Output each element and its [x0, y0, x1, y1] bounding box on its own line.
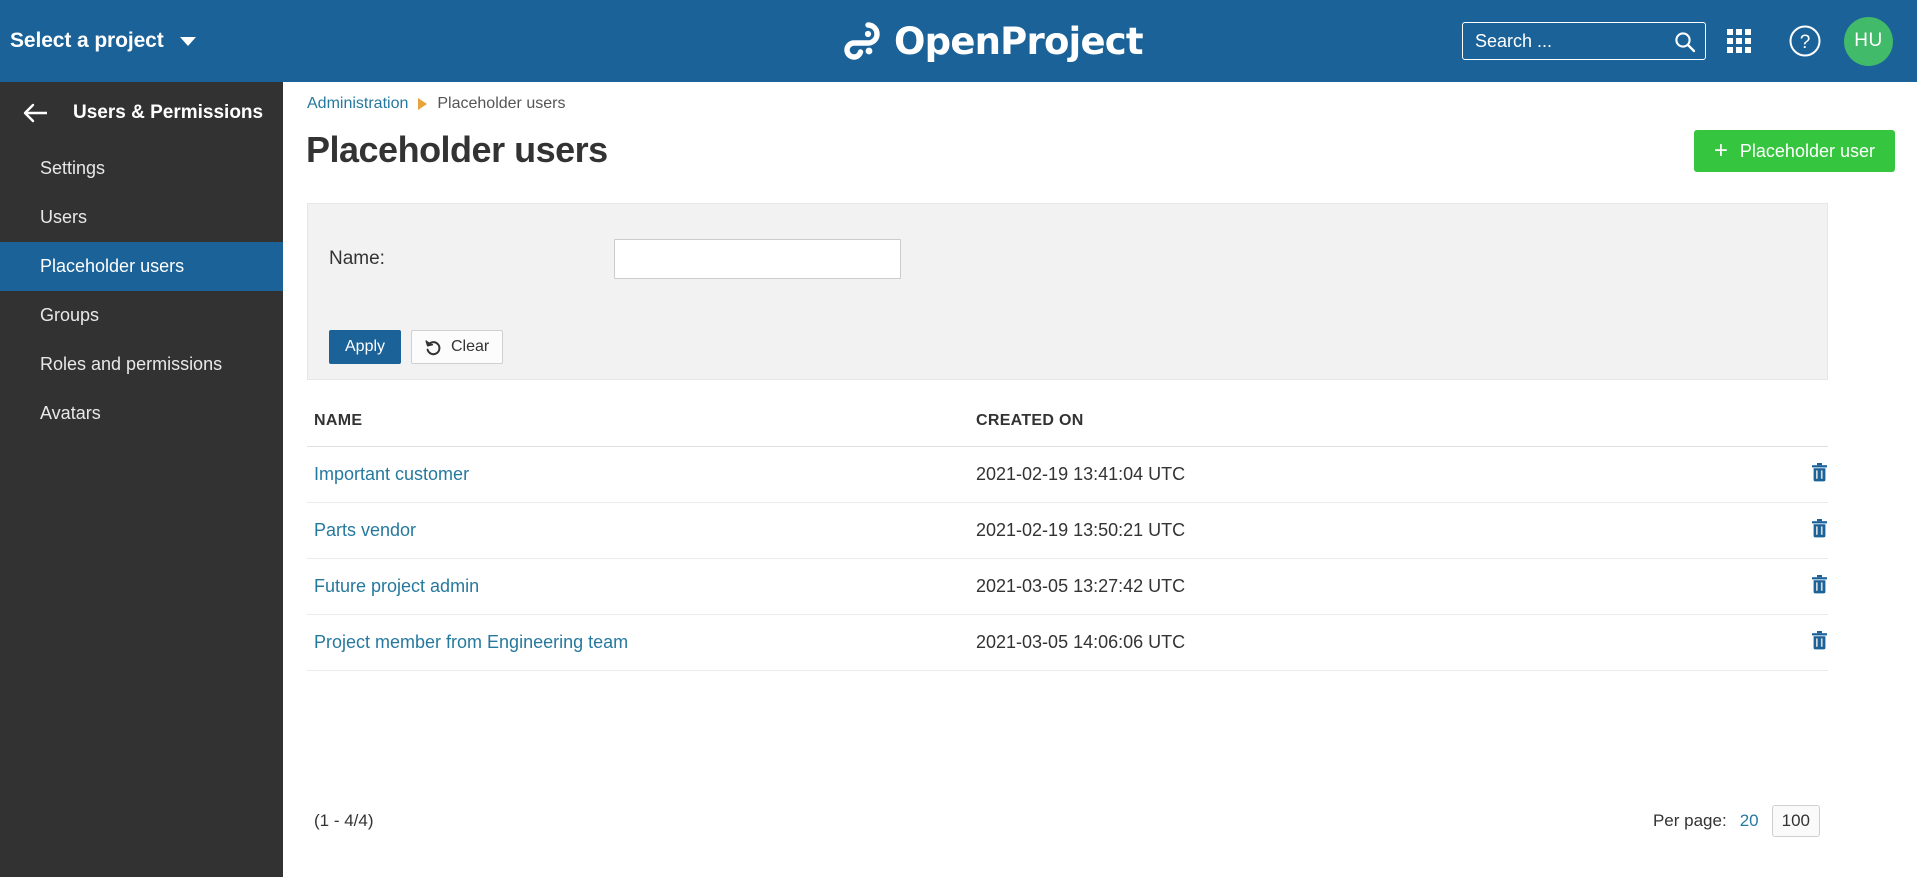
main-content: Administration Placeholder users Placeho…: [283, 82, 1917, 877]
header-actions: ? HU: [1462, 0, 1917, 82]
arrow-left-icon: [23, 103, 47, 123]
clear-button[interactable]: Clear: [411, 330, 504, 364]
sidebar-item-label: Placeholder users: [40, 256, 185, 276]
cell-name: Important customer: [307, 446, 969, 503]
sidebar-item-label: Avatars: [40, 403, 101, 423]
placeholder-user-link[interactable]: Parts vendor: [314, 520, 416, 540]
project-selector[interactable]: Select a project: [0, 0, 196, 82]
add-placeholder-user-button[interactable]: + Placeholder user: [1693, 130, 1895, 172]
sidebar-title: Users & Permissions: [73, 102, 264, 123]
placeholder-users-table: NAME CREATED ON Important customer 2021-…: [307, 412, 1828, 671]
user-avatar[interactable]: HU: [1844, 16, 1893, 66]
search-input[interactable]: [1463, 23, 1658, 59]
placeholder-user-link[interactable]: Project member from Engineering team: [314, 632, 628, 652]
apply-button[interactable]: Apply: [329, 330, 402, 364]
cell-actions: [1669, 502, 1828, 559]
table-row: Important customer 2021-02-19 13:41:04 U…: [307, 446, 1828, 503]
clear-button-label: Clear: [451, 338, 490, 355]
delete-icon[interactable]: [1811, 630, 1828, 653]
add-button-label: Placeholder user: [1739, 140, 1875, 161]
sidebar-item-groups[interactable]: Groups: [0, 291, 283, 340]
cell-actions: [1669, 614, 1828, 671]
pagination-bar: (1 - 4/4) Per page: 20 100: [307, 805, 1828, 837]
cell-actions: [1669, 558, 1828, 615]
table-row: Parts vendor 2021-02-19 13:50:21 UTC: [307, 502, 1828, 559]
breadcrumb: Administration Placeholder users: [307, 95, 565, 113]
openproject-mark-icon: [844, 22, 880, 60]
delete-icon[interactable]: [1811, 518, 1828, 541]
per-page-label: Per page:: [1652, 811, 1727, 830]
page-title: Placeholder users: [306, 129, 608, 170]
sidebar-item-label: Roles and permissions: [40, 354, 223, 374]
placeholder-user-link[interactable]: Future project admin: [314, 576, 479, 596]
column-header-name: NAME: [307, 412, 969, 447]
top-header: Select a project OpenProject Search ... …: [0, 0, 1917, 82]
openproject-logo[interactable]: OpenProject: [838, 0, 1144, 82]
search-icon[interactable]: [1673, 30, 1697, 54]
delete-icon[interactable]: [1811, 462, 1828, 485]
project-selector-label: Select a project: [10, 29, 164, 52]
cell-created-on: 2021-03-05 14:06:06 UTC: [969, 614, 1669, 671]
column-header-created-on: CREATED ON: [969, 412, 1669, 447]
apply-button-label: Apply: [345, 338, 386, 355]
brand-name: OpenProject: [894, 19, 1144, 63]
global-search[interactable]: [1462, 22, 1706, 60]
cell-created-on: 2021-02-19 13:41:04 UTC: [969, 446, 1669, 503]
sidebar-item-settings[interactable]: Settings: [0, 144, 283, 193]
sidebar-item-avatars[interactable]: Avatars: [0, 389, 283, 438]
cell-name: Future project admin: [307, 558, 969, 615]
breadcrumb-administration[interactable]: Administration: [307, 95, 408, 113]
name-filter-input[interactable]: [614, 239, 901, 279]
sidebar-item-label: Groups: [40, 305, 100, 325]
help-button[interactable]: ?: [1772, 0, 1838, 82]
per-page-selector: Per page: 20 100: [1653, 805, 1828, 837]
cell-name: Project member from Engineering team: [307, 614, 969, 671]
column-header-actions: [1669, 412, 1828, 447]
svg-text:?: ?: [1800, 32, 1811, 53]
plus-icon: +: [1713, 137, 1728, 164]
grid-icon: [1727, 29, 1751, 53]
avatar-initials: HU: [1854, 30, 1883, 51]
sidebar-item-label: Settings: [40, 158, 106, 178]
cell-created-on: 2021-03-05 13:27:42 UTC: [969, 558, 1669, 615]
breadcrumb-current: Placeholder users: [437, 95, 566, 112]
sidebar: Users & Permissions Settings Users Place…: [0, 82, 283, 877]
sidebar-item-label: Users: [40, 207, 88, 227]
chevron-down-icon: [179, 36, 196, 46]
cell-actions: [1669, 446, 1828, 503]
placeholder-user-link[interactable]: Important customer: [314, 464, 469, 484]
sidebar-item-placeholder-users[interactable]: Placeholder users: [0, 242, 283, 291]
sidebar-back-header[interactable]: Users & Permissions: [0, 82, 283, 144]
per-page-option-100[interactable]: 100: [1771, 805, 1820, 837]
chevron-right-icon: [418, 98, 428, 110]
cell-created-on: 2021-02-19 13:50:21 UTC: [969, 502, 1669, 559]
sidebar-item-roles-and-permissions[interactable]: Roles and permissions: [0, 340, 283, 389]
per-page-option-20[interactable]: 20: [1740, 811, 1759, 831]
table-row: Future project admin 2021-03-05 13:27:42…: [307, 558, 1828, 615]
result-range: (1 - 4/4): [314, 811, 374, 830]
table-header-row: NAME CREATED ON: [307, 412, 1828, 447]
table-row: Project member from Engineering team 202…: [307, 614, 1828, 671]
name-filter-label: Name:: [329, 248, 385, 269]
sidebar-item-users[interactable]: Users: [0, 193, 283, 242]
filter-panel: Name: Apply Clear: [307, 203, 1828, 380]
help-circle-icon: ?: [1789, 25, 1821, 57]
delete-icon[interactable]: [1811, 574, 1828, 597]
modules-grid-button[interactable]: [1706, 0, 1772, 82]
cell-name: Parts vendor: [307, 502, 969, 559]
undo-icon: [425, 339, 441, 355]
